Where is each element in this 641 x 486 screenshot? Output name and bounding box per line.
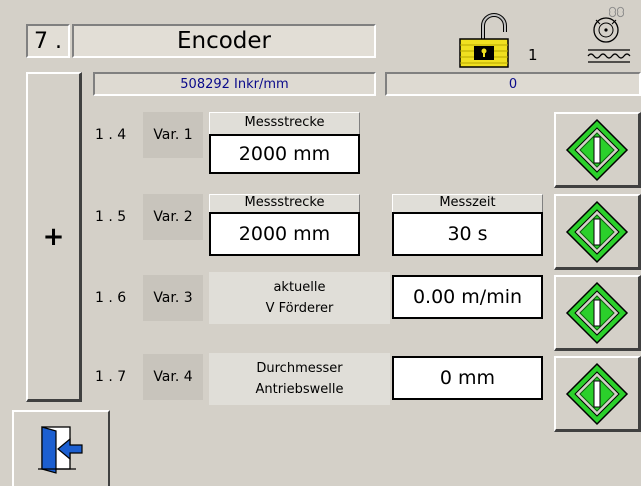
distance-input[interactable]: 2000 mm: [209, 212, 360, 256]
distance-input[interactable]: 2000 mm: [209, 134, 360, 174]
speed-display: 0.00 m/min: [392, 275, 543, 319]
time-input-value: 30 s: [447, 223, 488, 245]
exit-door-icon: [38, 426, 83, 474]
field-label: Messstrecke: [209, 112, 360, 134]
field-label-line1: aktuelle: [273, 280, 326, 295]
row-index-text: 1 . 6: [95, 290, 127, 306]
lock-count: 1: [528, 46, 542, 64]
row-index-text: 1 . 4: [95, 127, 127, 143]
row-index: 1 . 5: [91, 194, 143, 240]
green-diamond-icon: [565, 362, 629, 425]
field-label-text: Messstrecke: [244, 115, 325, 130]
row-variant: Var. 4: [143, 354, 203, 400]
field-label: Messstrecke: [209, 194, 360, 212]
row-index-text: 1 . 7: [95, 369, 127, 385]
green-diamond-icon: [565, 118, 629, 181]
field-label: Messzeit: [392, 194, 543, 212]
counter-display: 0: [385, 72, 641, 96]
select-variant-4-button[interactable]: [554, 356, 641, 432]
increment-button[interactable]: +: [26, 72, 82, 402]
select-variant-3-button[interactable]: [554, 275, 641, 351]
field-label-line2: V Förderer: [265, 301, 334, 316]
distance-input-value: 2000 mm: [238, 143, 331, 165]
field-label-text: Messstrecke: [244, 195, 325, 210]
step-number: 7 .: [26, 24, 70, 58]
row-index: 1 . 7: [91, 354, 143, 400]
row-variant: Var. 3: [143, 275, 203, 321]
field-label-text: Messzeit: [439, 195, 496, 210]
field-label-line1: Durchmesser: [256, 361, 343, 376]
padlock-icon[interactable]: [455, 10, 523, 68]
field-label: Durchmesser Antriebswelle: [209, 353, 390, 405]
select-variant-1-button[interactable]: [554, 112, 641, 188]
green-diamond-icon: [565, 200, 629, 263]
green-diamond-icon: [565, 281, 629, 344]
resolution-text: 508292 Inkr/mm: [180, 76, 289, 92]
row-index: 1 . 4: [91, 112, 143, 158]
row-variant-text: Var. 3: [153, 290, 193, 306]
counter-text: 0: [508, 76, 518, 92]
row-index: 1 . 6: [91, 275, 143, 321]
page-title: Encoder: [72, 24, 376, 58]
row-variant-text: Var. 4: [153, 369, 193, 385]
row-variant-text: Var. 2: [153, 209, 193, 225]
distance-input-value: 2000 mm: [238, 223, 331, 245]
diameter-input[interactable]: 0 mm: [392, 356, 543, 400]
diameter-input-value: 0 mm: [439, 367, 496, 389]
page-title-text: Encoder: [176, 28, 272, 54]
increment-label: +: [42, 221, 65, 252]
row-variant-text: Var. 1: [153, 127, 193, 143]
speed-display-value: 0.00 m/min: [412, 286, 523, 308]
row-variant: Var. 2: [143, 194, 203, 240]
field-label-line2: Antriebswelle: [255, 382, 344, 397]
exit-button[interactable]: [12, 410, 110, 486]
lock-count-text: 1: [528, 46, 538, 64]
step-number-text: 7 .: [34, 28, 62, 54]
encoder-icon: [584, 6, 634, 66]
select-variant-2-button[interactable]: [554, 194, 641, 270]
row-index-text: 1 . 5: [95, 209, 127, 225]
resolution-display: 508292 Inkr/mm: [93, 72, 376, 96]
time-input[interactable]: 30 s: [392, 212, 543, 256]
row-variant: Var. 1: [143, 112, 203, 158]
field-label: aktuelle V Förderer: [209, 272, 390, 324]
